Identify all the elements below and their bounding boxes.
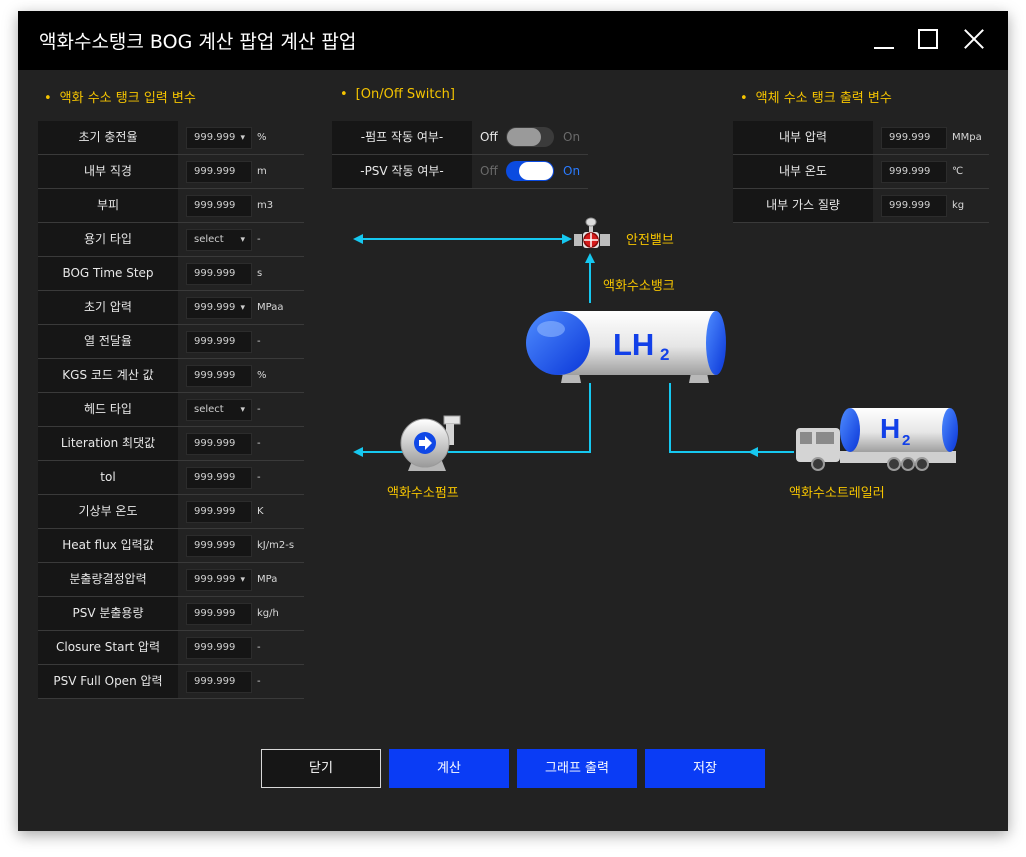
valve-label: 안전밸브 [626,233,674,248]
tank-to-pump-line [448,383,591,453]
trailer-to-tank-line [669,383,794,453]
lh2-tank-icon[interactable]: LH 2 [526,311,726,383]
pump-icon[interactable] [400,415,461,471]
trailer-text: H [880,413,900,444]
pump-label: 액화수소펌프 [387,486,459,501]
trailer-label: 액화수소트레일러 [789,486,885,501]
tank-text: LH [613,327,654,362]
tank-label: 액화수소뱅크 [603,279,675,294]
arrow-up-icon [585,253,595,263]
process-diagram: LH 2 H 2 [353,217,958,471]
safety-valve-icon[interactable] [574,217,610,248]
bog-popup-window: 액화수소탱크 BOG 계산 팝업 계산 팝업 • 액화 수소 탱크 입력 변수 초… [18,11,1008,831]
graph-output-button[interactable]: 그래프 출력 [517,749,637,788]
save-button[interactable]: 저장 [645,749,765,788]
arrow-left-icon [353,234,363,244]
trailer-icon[interactable]: H 2 [796,408,958,471]
arrow-right-icon [562,234,572,244]
calculate-button[interactable]: 계산 [389,749,509,788]
close-button[interactable]: 닫기 [261,749,381,788]
arrow-left-icon [353,447,363,457]
trailer-subscript: 2 [902,432,910,449]
tank-subscript: 2 [660,345,669,364]
arrow-left-icon [748,447,758,457]
